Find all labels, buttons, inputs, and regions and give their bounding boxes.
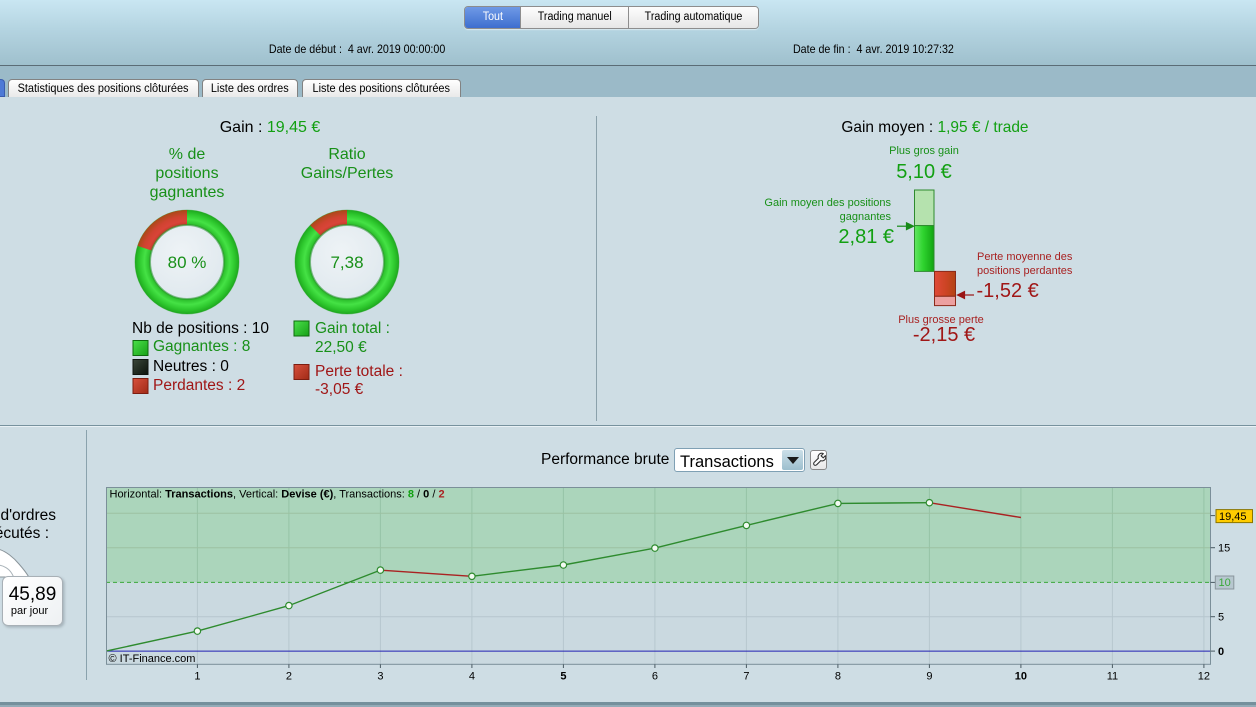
svg-text:0: 0 xyxy=(1218,646,1224,658)
svg-text:2: 2 xyxy=(286,670,292,682)
svg-text:10: 10 xyxy=(1015,670,1027,682)
svg-text:3: 3 xyxy=(377,670,383,682)
svg-text:4: 4 xyxy=(469,670,475,682)
svg-text:10: 10 xyxy=(1219,577,1231,589)
svg-text:19,45: 19,45 xyxy=(1219,511,1247,523)
svg-text:9: 9 xyxy=(926,670,932,682)
svg-text:Horizontal: Transactions, Vert: Horizontal: Transactions, Vertical: Devi… xyxy=(110,489,445,501)
svg-text:© IT-Finance.com: © IT-Finance.com xyxy=(109,653,196,665)
svg-text:5: 5 xyxy=(560,670,566,682)
svg-text:15: 15 xyxy=(1218,543,1230,555)
svg-text:5: 5 xyxy=(1218,612,1224,624)
svg-text:6: 6 xyxy=(652,670,658,682)
svg-text:12: 12 xyxy=(1198,670,1210,682)
svg-text:1: 1 xyxy=(194,670,200,682)
svg-text:11: 11 xyxy=(1107,670,1118,682)
svg-text:7: 7 xyxy=(743,670,749,682)
svg-text:8: 8 xyxy=(835,670,841,682)
